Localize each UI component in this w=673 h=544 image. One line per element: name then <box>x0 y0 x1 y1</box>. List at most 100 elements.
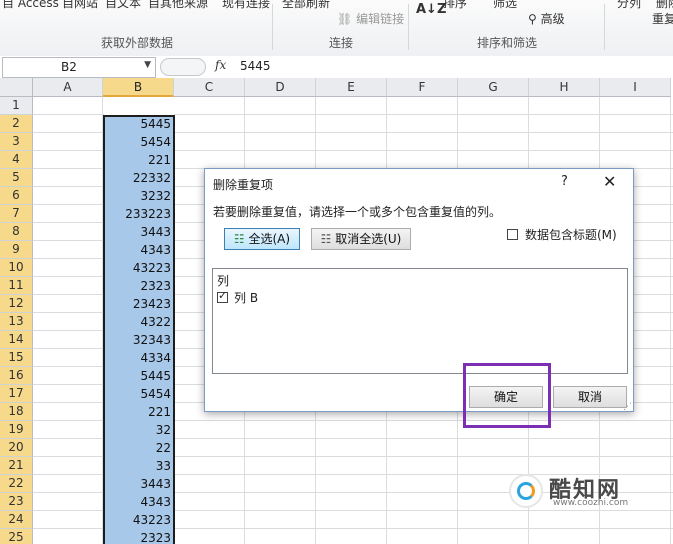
row-header-19[interactable]: 19 <box>0 421 33 439</box>
cell-b6[interactable]: 3232 <box>104 187 174 205</box>
cell-b5[interactable]: 22332 <box>104 169 174 187</box>
column-header-d[interactable]: D <box>245 78 316 97</box>
existing-connections-button[interactable]: 现有连接 <box>222 0 270 11</box>
cell-b21[interactable]: 33 <box>104 457 174 475</box>
text-to-columns-button[interactable]: 分列 <box>617 0 641 11</box>
row-header-8[interactable]: 8 <box>0 223 33 241</box>
ribbon-separator <box>604 4 605 50</box>
close-icon[interactable]: ✕ <box>603 172 616 191</box>
from-web-button[interactable]: 自网站 <box>62 0 98 11</box>
row-header-15[interactable]: 15 <box>0 349 33 367</box>
cell-b14[interactable]: 32343 <box>104 331 174 349</box>
cell-b7[interactable]: 233223 <box>104 205 174 223</box>
header-checkbox[interactable] <box>507 229 518 240</box>
row-header-4[interactable]: 4 <box>0 151 33 169</box>
row-header-16[interactable]: 16 <box>0 367 33 385</box>
row-header-25[interactable]: 25 <box>0 529 33 544</box>
cell-b10[interactable]: 43223 <box>104 259 174 277</box>
column-header-e[interactable]: E <box>316 78 387 97</box>
column-b-label[interactable]: 列 B <box>234 289 258 306</box>
group-label-connections: 连接 <box>329 36 354 50</box>
from-other-sources-button[interactable]: 自其他来源 <box>148 0 208 11</box>
cell-b16[interactable]: 5445 <box>104 367 174 385</box>
row-header-23[interactable]: 23 <box>0 493 33 511</box>
row-header-1[interactable]: 1 <box>0 97 33 115</box>
row-header-9[interactable]: 9 <box>0 241 33 259</box>
row-header-7[interactable]: 7 <box>0 205 33 223</box>
cell-b12[interactable]: 23423 <box>104 295 174 313</box>
row-header-2[interactable]: 2 <box>0 115 33 133</box>
coozhi-logo-icon <box>509 474 543 508</box>
row-header-10[interactable]: 10 <box>0 259 33 277</box>
header-checkbox-label[interactable]: 数据包含标题(M) <box>525 226 617 243</box>
row-header-11[interactable]: 11 <box>0 277 33 295</box>
advanced-filter-button[interactable]: ⚲ 高级 <box>528 10 565 27</box>
row-header-20[interactable]: 20 <box>0 439 33 457</box>
filter-button[interactable]: 筛选 <box>493 0 517 11</box>
row-header-21[interactable]: 21 <box>0 457 33 475</box>
row-header-12[interactable]: 12 <box>0 295 33 313</box>
row-header-24[interactable]: 24 <box>0 511 33 529</box>
select-all-button[interactable]: ☷ 全选(A) <box>224 228 300 250</box>
cell-b4[interactable]: 221 <box>104 151 174 169</box>
cell-b23[interactable]: 4343 <box>104 493 174 511</box>
row-header-17[interactable]: 17 <box>0 385 33 403</box>
sort-button[interactable]: 排序 <box>443 0 467 11</box>
cell-b3[interactable]: 5454 <box>104 133 174 151</box>
cell-b25[interactable]: 2323 <box>104 529 174 544</box>
unselect-all-label: 取消全选(U) <box>335 232 402 246</box>
column-b-checkbox[interactable] <box>217 289 228 303</box>
row-header-3[interactable]: 3 <box>0 133 33 151</box>
name-box-value: B2 <box>61 60 77 74</box>
cell-b2[interactable]: 5445 <box>104 115 174 133</box>
filter-icon: ⚲ <box>528 12 541 26</box>
cancel-button[interactable]: 取消 <box>553 386 627 408</box>
from-access-button[interactable]: 自 Access <box>2 0 59 11</box>
ribbon: 自 Access 自网站 自文本 自其他来源 现有连接 全部刷新 ⛓ 编辑链接 … <box>0 0 673 57</box>
chevron-down-icon[interactable]: ▼ <box>144 60 151 70</box>
cell-b9[interactable]: 4343 <box>104 241 174 259</box>
function-icon[interactable]: fx <box>215 58 226 72</box>
remove-duplicates-label: 重复 <box>652 12 673 26</box>
resize-grip-icon[interactable]: ⋰ <box>623 402 632 412</box>
column-header-f[interactable]: F <box>387 78 458 97</box>
cell-b13[interactable]: 4322 <box>104 313 174 331</box>
help-icon[interactable]: ? <box>561 174 568 189</box>
cell-b11[interactable]: 2323 <box>104 277 174 295</box>
select-all-label: 全选(A) <box>248 232 291 246</box>
from-text-button[interactable]: 自文本 <box>105 0 141 11</box>
cell-b19[interactable]: 32 <box>104 421 174 439</box>
ribbon-separator <box>272 4 273 50</box>
row-header-5[interactable]: 5 <box>0 169 33 187</box>
column-header-c[interactable]: C <box>174 78 245 97</box>
cell-b22[interactable]: 3443 <box>104 475 174 493</box>
row-header-18[interactable]: 18 <box>0 403 33 421</box>
row-header-14[interactable]: 14 <box>0 331 33 349</box>
column-header-h[interactable]: H <box>529 78 600 97</box>
gridline <box>102 97 103 544</box>
edit-links-button[interactable]: ⛓ 编辑链接 <box>337 10 404 27</box>
ok-button[interactable]: 确定 <box>469 386 543 408</box>
sort-az-icon[interactable]: A↓Z <box>416 2 446 17</box>
row-header-6[interactable]: 6 <box>0 187 33 205</box>
cell-b1[interactable] <box>104 97 174 115</box>
cell-b8[interactable]: 3443 <box>104 223 174 241</box>
formula-input[interactable]: 5445 <box>240 59 271 73</box>
cell-b15[interactable]: 4334 <box>104 349 174 367</box>
column-header-g[interactable]: G <box>458 78 529 97</box>
cell-b20[interactable]: 22 <box>104 439 174 457</box>
column-header-i[interactable]: I <box>600 78 671 97</box>
column-header-a[interactable]: A <box>33 78 103 97</box>
row-header-22[interactable]: 22 <box>0 475 33 493</box>
cell-b24[interactable]: 43223 <box>104 511 174 529</box>
cell-b17[interactable]: 5454 <box>104 385 174 403</box>
name-box[interactable]: B2 ▼ <box>2 57 156 78</box>
column-header-b[interactable]: B <box>103 78 174 97</box>
refresh-all-button[interactable]: 全部刷新 <box>282 0 330 11</box>
cell-b18[interactable]: 221 <box>104 403 174 421</box>
unselect-all-button[interactable]: ☷ 取消全选(U) <box>311 228 411 250</box>
row-header-13[interactable]: 13 <box>0 313 33 331</box>
columns-list[interactable]: 列 列 B <box>212 268 628 374</box>
remove-duplicates-dialog: 删除重复项 ? ✕ 若要删除重复值，请选择一个或多个包含重复值的列。 ☷ 全选(… <box>204 168 634 412</box>
select-all-corner[interactable] <box>0 78 33 97</box>
